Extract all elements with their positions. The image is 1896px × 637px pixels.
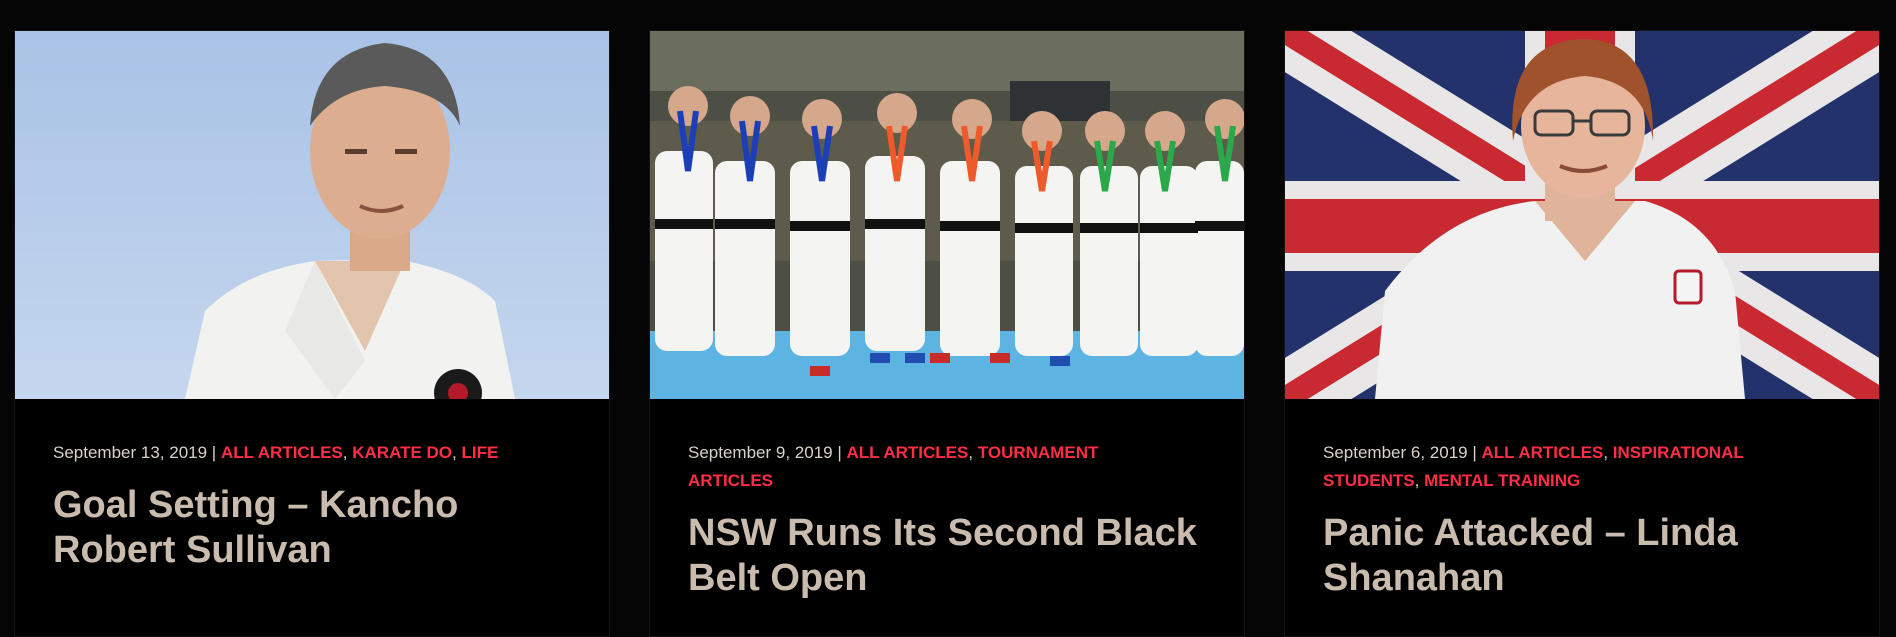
meta-separator: | — [832, 443, 847, 462]
post-title-link[interactable]: Goal Setting – Kancho Robert Sullivan — [53, 483, 571, 573]
category-link[interactable]: Mental Training — [1424, 471, 1580, 490]
post-thumbnail-link[interactable] — [1285, 31, 1879, 399]
meta-separator: | — [1467, 443, 1482, 462]
post-card: September 13, 2019 | All Articles, Karat… — [14, 30, 610, 637]
post-date: September 6, 2019 — [1323, 443, 1468, 462]
portrait-photo — [1285, 31, 1879, 399]
portrait-photo — [15, 31, 609, 399]
post-thumbnail-link[interactable] — [15, 31, 609, 399]
post-date: September 13, 2019 — [53, 443, 208, 462]
category-link[interactable]: Life — [461, 443, 498, 462]
post-title-link[interactable]: NSW Runs Its Second Black Belt Open — [688, 511, 1206, 601]
post-date: September 9, 2019 — [688, 443, 833, 462]
post-card: September 6, 2019 | All Articles, Inspir… — [1284, 30, 1880, 637]
post-grid: September 13, 2019 | All Articles, Karat… — [14, 30, 1880, 637]
post-card: September 9, 2019 | All Articles, Tourna… — [649, 30, 1245, 637]
post-title-link[interactable]: Panic Attacked – Linda Shanahan — [1323, 511, 1841, 601]
meta-separator: | — [207, 443, 221, 462]
post-meta: September 13, 2019 | All Articles, Karat… — [53, 443, 499, 462]
group-photo — [650, 31, 1244, 399]
category-link[interactable]: Karate Do — [352, 443, 452, 462]
category-link[interactable]: All Articles — [221, 443, 343, 462]
post-meta: September 9, 2019 | All Articles, Tourna… — [688, 443, 1099, 490]
post-thumbnail-link[interactable] — [650, 31, 1244, 399]
category-link[interactable]: All Articles — [1481, 443, 1603, 462]
category-link[interactable]: All Articles — [846, 443, 968, 462]
post-meta: September 6, 2019 | All Articles, Inspir… — [1323, 443, 1744, 490]
